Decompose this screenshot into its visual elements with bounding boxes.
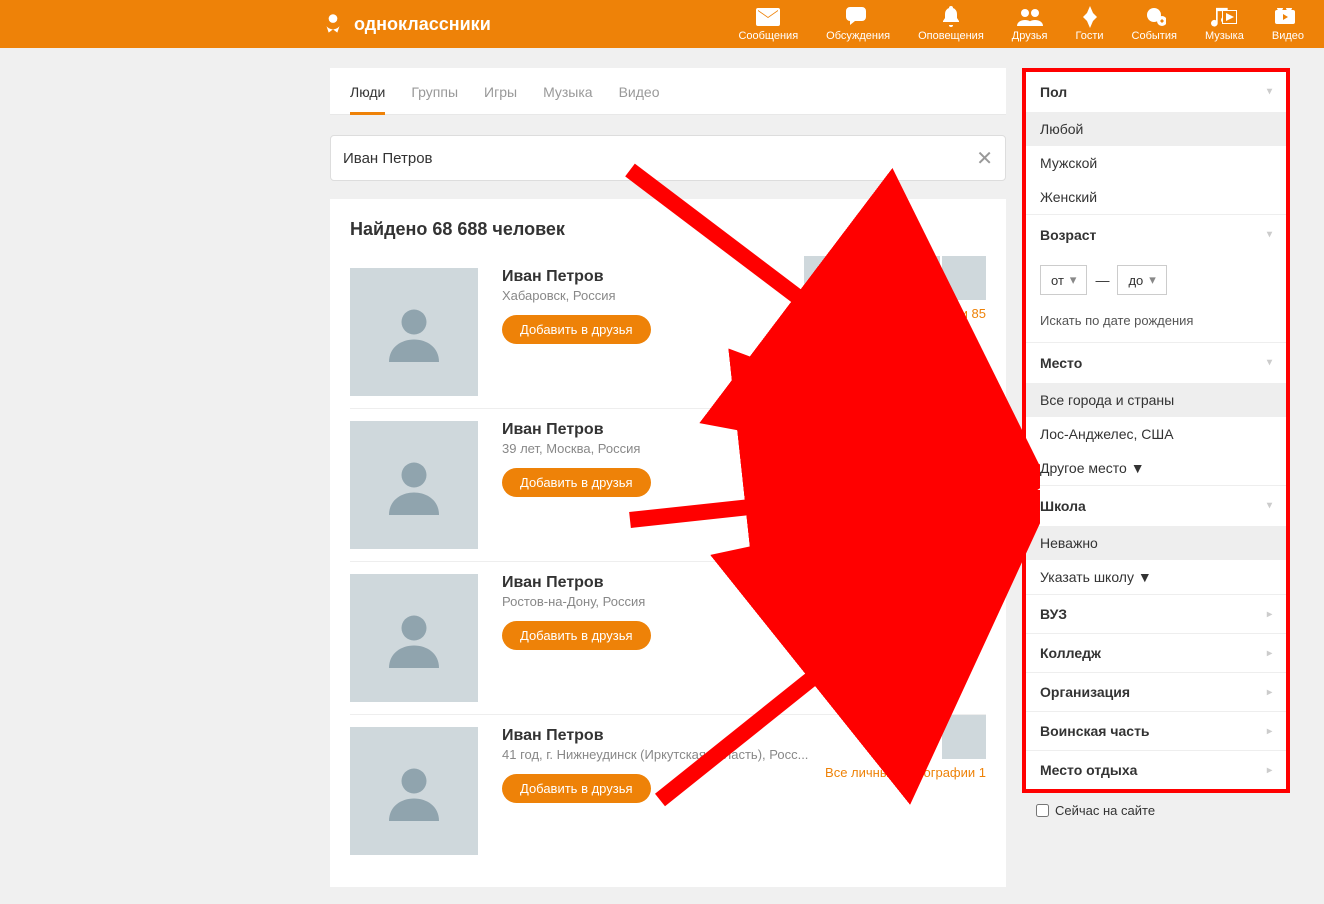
filter-school-specify[interactable]: Указать школу ▼ [1026, 560, 1286, 594]
search-tabs: Люди Группы Игры Музыка Видео [330, 68, 1006, 115]
online-now-checkbox[interactable]: Сейчас на сайте [1022, 793, 1290, 818]
thumb[interactable] [896, 256, 940, 300]
nav-messages[interactable]: Сообщения [738, 6, 798, 42]
results-panel: Найдено 68 688 человек Иван Петров Хабар… [330, 199, 1006, 887]
filter-vacation[interactable]: Место отдыха▸ [1026, 751, 1286, 789]
chevron-right-icon: ▸ [1267, 609, 1272, 620]
nav-notifications[interactable]: Оповещения [918, 6, 984, 42]
chevron-right-icon: ▸ [1267, 687, 1272, 698]
filter-opt-all-cities[interactable]: Все города и страны [1026, 383, 1286, 417]
nav-music[interactable]: Музыка [1205, 6, 1244, 42]
add-friend-button[interactable]: Добавить в друзья [502, 315, 651, 344]
result-item: Иван Петров Хабаровск, Россия Добавить в… [350, 256, 986, 409]
filter-opt-female[interactable]: Женский [1026, 180, 1286, 214]
filter-age: Возраст ▾ от ▾ — до ▾ Искать по дате рож… [1026, 215, 1286, 343]
filter-opt-la[interactable]: Лос-Анджелес, США [1026, 417, 1286, 451]
all-photos-link[interactable]: Все личные фотографии 1 [825, 765, 986, 780]
filter-place: Место ▾ Все города и страны Лос-Анджелес… [1026, 343, 1286, 486]
brand-text: одноклассники [354, 14, 491, 35]
avatar[interactable] [350, 268, 478, 396]
music-icon [1211, 6, 1237, 28]
filter-opt-male[interactable]: Мужской [1026, 146, 1286, 180]
filter-organization[interactable]: Организация▸ [1026, 673, 1286, 712]
thumb[interactable] [850, 256, 894, 300]
filter-title: Школа ▾ [1026, 486, 1286, 526]
result-location: Ростов-на-Дону, Россия [502, 594, 986, 609]
search-input[interactable] [343, 150, 976, 167]
video-icon [1275, 6, 1301, 28]
chevron-right-icon: ▸ [1267, 765, 1272, 776]
all-photos-link[interactable]: Все личные фотографии 85 [804, 306, 986, 321]
filter-other-place[interactable]: Другое место ▼ [1026, 451, 1286, 485]
avatar[interactable] [350, 421, 478, 549]
tab-games[interactable]: Игры [484, 68, 517, 114]
chevron-down-icon: ▾ [1267, 500, 1272, 511]
friends-icon [1017, 6, 1043, 28]
envelope-icon [755, 6, 781, 28]
top-header: одноклассники Сообщения Обсуждения Опове… [0, 0, 1324, 48]
tab-video[interactable]: Видео [619, 68, 660, 114]
search-by-birthdate-link[interactable]: Искать по дате рождения [1026, 305, 1286, 342]
chevron-right-icon: ▸ [1267, 648, 1272, 659]
tab-music[interactable]: Музыка [543, 68, 593, 114]
nav-events[interactable]: События [1132, 6, 1177, 42]
chevron-down-icon: ▾ [1267, 86, 1272, 97]
result-item: Иван Петров 39 лет, Москва, Россия Добав… [350, 409, 986, 562]
add-friend-button[interactable]: Добавить в друзья [502, 468, 651, 497]
tab-groups[interactable]: Группы [411, 68, 458, 114]
avatar[interactable] [350, 727, 478, 855]
filter-title: Место ▾ [1026, 343, 1286, 383]
filter-military[interactable]: Воинская часть▸ [1026, 712, 1286, 751]
filter-title: Пол ▾ [1026, 72, 1286, 112]
result-name[interactable]: Иван Петров [502, 574, 986, 592]
result-item: Иван Петров Ростов-на-Дону, Россия Добав… [350, 562, 986, 715]
age-to-select[interactable]: до ▾ [1117, 265, 1166, 295]
result-item: Иван Петров 41 год, г. Нижнеудинск (Ирку… [350, 715, 986, 867]
chevron-down-icon: ▾ [1267, 229, 1272, 240]
nav-discussions[interactable]: Обсуждения [826, 6, 890, 42]
filter-gender: Пол ▾ Любой Мужской Женский [1026, 72, 1286, 215]
add-friend-button[interactable]: Добавить в друзья [502, 774, 651, 803]
search-box: ✕ [330, 135, 1006, 181]
photo-thumbs [825, 715, 986, 759]
brand-logo[interactable]: одноклассники [320, 11, 491, 37]
header-nav: Сообщения Обсуждения Оповещения Друзья Г… [738, 6, 1304, 42]
guests-icon [1077, 6, 1103, 28]
nav-guests[interactable]: Гости [1075, 6, 1103, 42]
thumb[interactable] [942, 715, 986, 759]
filter-school: Школа ▾ Неважно Указать школу ▼ [1026, 486, 1286, 595]
checkbox[interactable] [1036, 804, 1049, 817]
dash: — [1095, 272, 1109, 288]
bell-icon [938, 6, 964, 28]
result-name[interactable]: Иван Петров [502, 421, 986, 439]
thumb[interactable] [942, 256, 986, 300]
thumb[interactable] [804, 256, 848, 300]
age-from-select[interactable]: от ▾ [1040, 265, 1087, 295]
clear-icon[interactable]: ✕ [976, 146, 993, 171]
events-icon [1141, 6, 1167, 28]
ok-logo-icon [320, 11, 346, 37]
filter-university[interactable]: ВУЗ▸ [1026, 595, 1286, 634]
filter-opt-any[interactable]: Любой [1026, 112, 1286, 146]
nav-video[interactable]: Видео [1272, 6, 1304, 42]
filter-opt-school-any[interactable]: Неважно [1026, 526, 1286, 560]
chevron-down-icon: ▾ [1267, 357, 1272, 368]
photo-thumbs [804, 256, 986, 300]
filters-panel: Пол ▾ Любой Мужской Женский Возраст ▾ от… [1022, 68, 1290, 793]
chat-icon [845, 6, 871, 28]
chevron-right-icon: ▸ [1267, 726, 1272, 737]
results-count: Найдено 68 688 человек [350, 219, 986, 240]
add-friend-button[interactable]: Добавить в друзья [502, 621, 651, 650]
avatar[interactable] [350, 574, 478, 702]
filter-college[interactable]: Колледж▸ [1026, 634, 1286, 673]
result-location: 39 лет, Москва, Россия [502, 441, 986, 456]
filter-title: Возраст ▾ [1026, 215, 1286, 255]
tab-people[interactable]: Люди [350, 68, 385, 114]
nav-friends[interactable]: Друзья [1012, 6, 1048, 42]
